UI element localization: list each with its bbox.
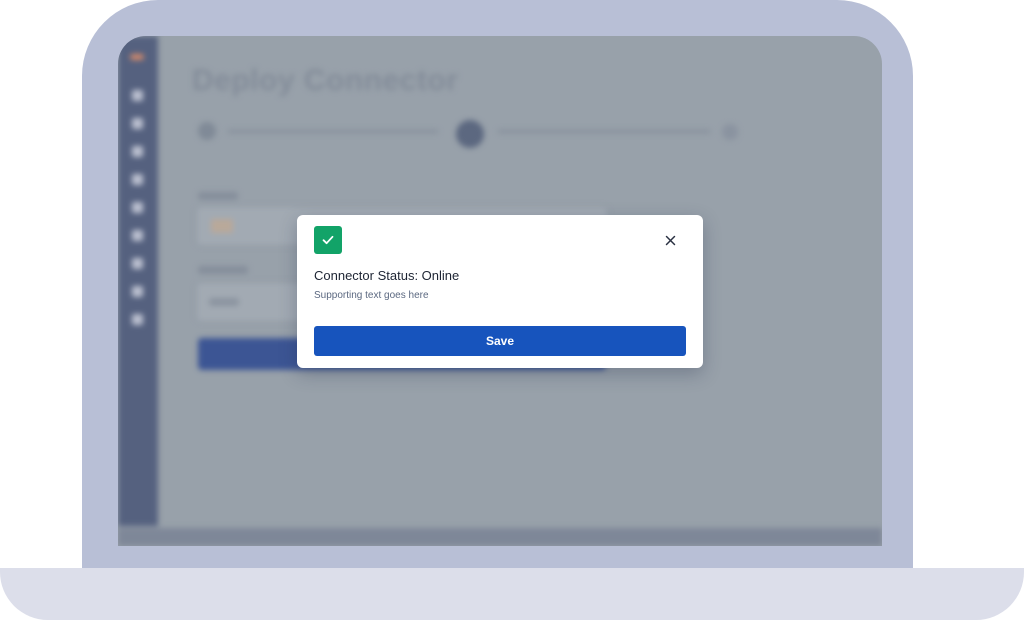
laptop-base xyxy=(0,568,1024,620)
sidebar-item-icon xyxy=(132,146,143,157)
field-label xyxy=(198,192,238,200)
sidebar-item-icon xyxy=(132,90,143,101)
close-icon[interactable] xyxy=(659,229,681,251)
save-button[interactable]: Save xyxy=(314,326,686,356)
step-final xyxy=(722,124,738,140)
sidebar-item-icon xyxy=(132,258,143,269)
sidebar-item-icon xyxy=(132,202,143,213)
app-sidebar xyxy=(118,36,158,526)
check-icon-glyph xyxy=(322,235,334,245)
sidebar-item-icon xyxy=(132,230,143,241)
sidebar-item-icon xyxy=(132,286,143,297)
flag-icon xyxy=(211,219,233,233)
field-label xyxy=(198,266,248,274)
bottom-bar xyxy=(118,528,882,546)
modal-subtitle: Supporting text goes here xyxy=(314,290,429,301)
page-title: Deploy Connector xyxy=(192,64,459,97)
stepper-line xyxy=(498,130,710,133)
close-icon-glyph xyxy=(665,235,675,245)
field-value xyxy=(209,298,239,306)
stage: Deploy Connector Connector Status: Onlin… xyxy=(0,0,1024,620)
modal-title: Connector Status: Online xyxy=(314,268,460,283)
step-completed-icon xyxy=(198,122,216,140)
sidebar-logo xyxy=(130,54,144,60)
sidebar-item-icon xyxy=(132,314,143,325)
sidebar-item-icon xyxy=(132,118,143,129)
check-icon xyxy=(314,226,342,254)
step-current xyxy=(456,120,484,148)
stepper-line xyxy=(228,130,438,133)
sidebar-item-icon xyxy=(132,174,143,185)
status-modal: Connector Status: Online Supporting text… xyxy=(297,215,703,368)
